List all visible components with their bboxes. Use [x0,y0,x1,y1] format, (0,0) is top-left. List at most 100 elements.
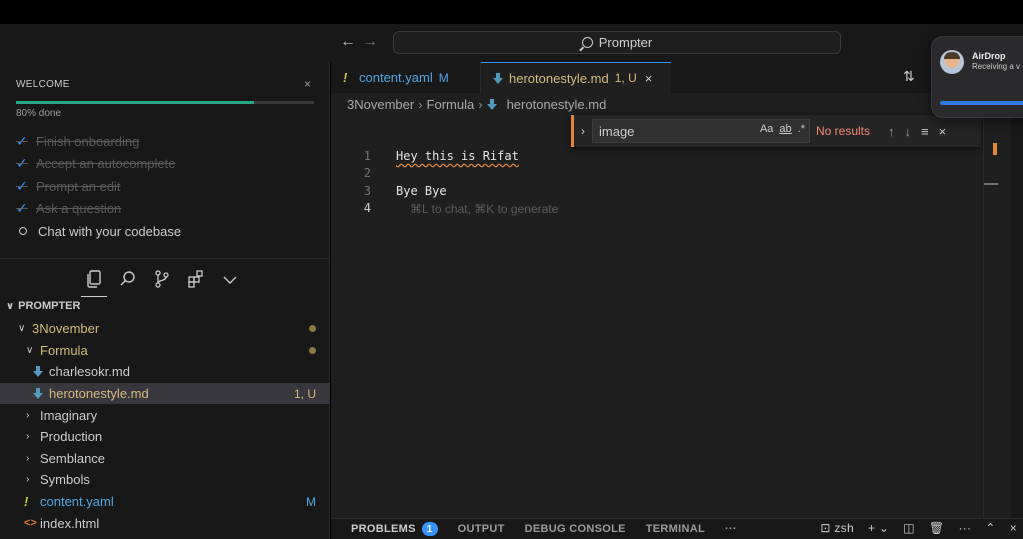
close-icon[interactable]: × [939,124,947,139]
menu-bar [0,0,1023,24]
tab-label: herotonestyle.md [509,70,609,86]
tab-terminal[interactable]: TERMINAL [646,523,705,535]
chevron-right-icon: › [26,452,30,464]
tree-folder-formula[interactable]: ∨ Formula [0,340,330,362]
arrow-down-icon[interactable]: ↓ [905,124,912,139]
tab-output[interactable]: OUTPUT [458,523,505,535]
problems-count-badge: 1 [421,522,438,536]
command-center-search[interactable]: Prompter [393,31,841,54]
breadcrumb-item[interactable]: Formula [427,97,475,112]
compare-changes-icon[interactable]: ⇅ [903,68,915,85]
code-line[interactable]: 4 ⌘L to chat, ⌘K to generate [331,200,1011,218]
tree-file-charlesokr[interactable]: charlesokr.md [0,361,330,383]
close-icon[interactable]: × [1010,521,1017,535]
chevron-down-icon: ∨ [26,344,34,356]
step-item[interactable]: ✓ Prompt an edit [16,175,181,198]
step-label: Ask a question [36,201,122,217]
source-control-icon[interactable] [152,269,172,289]
step-item[interactable]: ✓ Ask a question [16,198,181,221]
find-options: Aa ab .* [760,123,805,135]
status-badge: 1, U [293,386,316,401]
editor[interactable]: 3November › Formula › herotonestyle.md ›… [331,93,1011,518]
terminal-icon[interactable]: ⊡ zsh [820,521,854,535]
yaml-file-icon: ! [24,494,29,510]
step-item[interactable]: Chat with your codebase [16,220,181,243]
tree-folder-imaginary[interactable]: › Imaginary [0,404,330,426]
chevron-up-icon[interactable]: ⌃ [985,521,995,535]
find-input[interactable]: image Aa ab .* [592,119,810,143]
tab-problems[interactable]: PROBLEMS 1 [351,522,438,536]
scroll-warning-marker [993,143,997,155]
airdrop-notification[interactable]: AirDrop Receiving a v [931,36,1023,118]
step-item[interactable]: ✓ Accept an autocomplete [16,153,181,176]
tab-herotonestyle[interactable]: herotonestyle.md 1, U × [481,62,671,93]
search-icon [581,37,593,48]
forward-arrow-icon[interactable]: → [362,33,384,50]
chevron-right-icon[interactable]: › [574,124,592,138]
chevron-right-icon: › [478,97,483,112]
tree-item-label: charlesokr.md [49,364,130,380]
tab-label: content.yaml [359,70,433,85]
tab-content-yaml[interactable]: ! content.yaml M [331,62,481,93]
welcome-title: WELCOME [16,79,70,90]
close-icon[interactable]: × [304,77,311,91]
step-item[interactable]: ✓ Finish onboarding [16,130,181,153]
search-icon[interactable] [118,269,138,289]
markdown-file-icon [33,388,43,400]
tree-item-label: index.html [40,515,100,531]
trash-icon[interactable]: 🗑 [929,521,945,535]
onboarding-progress-bar [16,101,314,104]
tree-folder-semblance[interactable]: › Semblance [0,448,330,470]
tree-folder-symbols[interactable]: › Symbols [0,469,330,491]
regex-toggle[interactable]: .* [798,123,805,135]
extensions-icon[interactable] [186,269,206,289]
status-badge: M [306,494,316,509]
modified-dot [309,325,316,332]
tree-item-label: Formula [40,342,88,358]
code-line[interactable]: 1 Hey this is Rifat [331,147,1011,165]
secondary-sidebar-edge [1011,93,1023,518]
tab-label: PROBLEMS [351,523,416,535]
explorer-header[interactable]: ∨ PROMPTER [6,300,80,312]
split-icon[interactable]: ◫ [903,521,915,535]
explorer-title: PROMPTER [18,300,81,312]
tab-debug-console[interactable]: DEBUG CONSOLE [525,523,626,535]
tree-folder-production[interactable]: › Production [0,426,330,448]
circle-icon [19,227,27,236]
close-icon[interactable]: × [645,71,653,86]
code-line[interactable]: 2 [331,165,1011,183]
transfer-progress-bar [940,101,1023,105]
panel-tabs: PROBLEMS 1 OUTPUT DEBUG CONSOLE TERMINAL… [331,518,1023,539]
match-word-toggle[interactable]: ab [779,123,791,135]
step-label: Prompt an edit [36,178,121,194]
tree-folder-3november[interactable]: ∨ 3November [0,318,330,340]
chevron-down-icon: ∨ [18,323,26,335]
step-label: Chat with your codebase [38,223,182,239]
yaml-file-icon: ! [343,70,348,85]
tree-file-content-yaml[interactable]: ! content.yaml M [0,491,330,513]
editor-tabs: ! content.yaml M herotonestyle.md 1, U × [331,62,980,93]
match-case-toggle[interactable]: Aa [760,123,773,135]
step-label: Finish onboarding [36,133,140,149]
code-lines: 1 Hey this is Rifat 2 3 Bye Bye 4 ⌘L to … [331,147,1011,217]
chevron-down-icon[interactable] [220,269,240,289]
back-arrow-icon[interactable]: ← [340,33,362,50]
tree-file-herotonestyle[interactable]: herotonestyle.md 1, U [0,382,330,405]
arrow-up-icon[interactable]: ↑ [888,124,895,139]
more-icon[interactable]: ··· [958,521,971,535]
check-icon: ✓ [16,132,28,149]
find-controls: ↑ ↓ ≡ × [888,124,946,139]
modified-dot [309,346,316,354]
progress-text: 80% done [16,108,62,119]
breadcrumb-item[interactable]: 3November [347,97,414,112]
command-center-label: Prompter [598,35,653,50]
tree-file-index-html[interactable]: <> index.html [0,512,330,534]
add-terminal-icon[interactable]: + ⌄ [868,521,889,535]
code-line[interactable]: 3 Bye Bye [331,182,1011,200]
more-tabs-button[interactable]: ··· [725,523,737,535]
files-icon[interactable] [81,269,107,297]
find-in-selection-icon[interactable]: ≡ [921,124,929,139]
chevron-right-icon: › [26,431,30,443]
editor-scrollbar[interactable] [983,93,998,518]
breadcrumb-item[interactable]: herotonestyle.md [507,97,607,112]
